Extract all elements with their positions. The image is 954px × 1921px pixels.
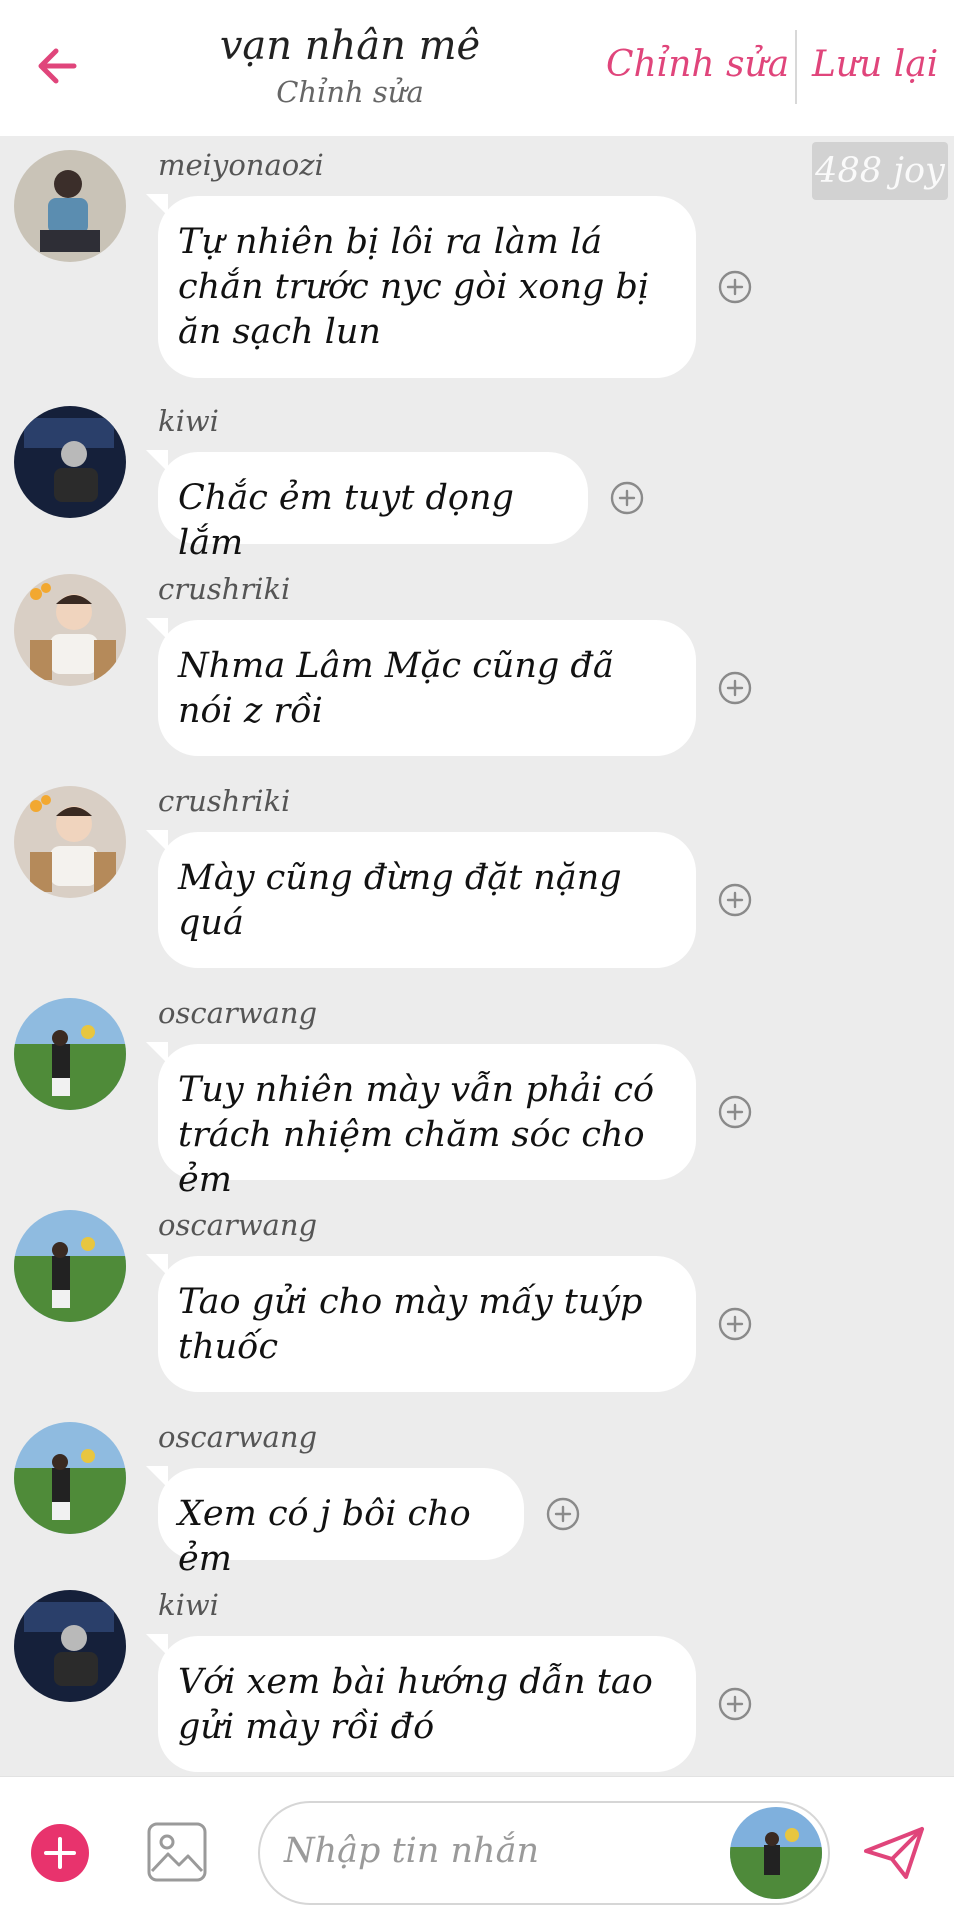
message-row: crushriki Mày cũng đừng đặt nặng quá bbox=[0, 772, 954, 984]
edit-button[interactable]: Chỉnh sửa bbox=[606, 44, 789, 85]
message-row: oscarwang Xem có j bôi cho ẻm bbox=[0, 1408, 954, 1579]
avatar-oscarwang[interactable] bbox=[14, 1422, 126, 1534]
sender-name: oscarwang bbox=[158, 1420, 318, 1454]
add-reaction-icon[interactable] bbox=[718, 671, 752, 705]
add-reaction-icon[interactable] bbox=[546, 1497, 580, 1531]
add-reaction-icon[interactable] bbox=[718, 1307, 752, 1341]
add-reaction-icon[interactable] bbox=[718, 1687, 752, 1721]
message-row: meiyonaozi Tự nhiên bị lôi ra làm lá chắn… bbox=[0, 136, 954, 394]
current-user-avatar[interactable] bbox=[730, 1807, 822, 1899]
image-icon[interactable] bbox=[146, 1821, 208, 1883]
sender-name: kiwi bbox=[158, 1588, 219, 1622]
message-row: crushriki Nhma Lâm Mặc cũng đã nói z rồi bbox=[0, 560, 954, 772]
plus-circle-icon[interactable] bbox=[30, 1823, 90, 1883]
sender-name: oscarwang bbox=[158, 1208, 318, 1242]
avatar-crushriki[interactable] bbox=[14, 786, 126, 898]
send-icon[interactable] bbox=[862, 1823, 926, 1883]
message-bubble[interactable]: Xem có j bôi cho ẻm bbox=[158, 1468, 524, 1579]
avatar-oscarwang[interactable] bbox=[14, 1210, 126, 1322]
header-divider bbox=[795, 30, 797, 104]
avatar-oscarwang[interactable] bbox=[14, 998, 126, 1110]
message-bubble[interactable]: Với xem bài hướng dẫn tao gửi mày rồi đó bbox=[158, 1636, 696, 1772]
composer-bar: Nhập tin nhắn bbox=[0, 1776, 954, 1921]
message-input[interactable]: Nhập tin nhắn bbox=[258, 1801, 830, 1905]
message-bubble[interactable]: Tuy nhiên mày vẫn phải có trách nhiệm ch… bbox=[158, 1044, 696, 1200]
avatar-crushriki[interactable] bbox=[14, 574, 126, 686]
add-reaction-icon[interactable] bbox=[610, 481, 644, 515]
sender-name: kiwi bbox=[158, 404, 219, 438]
add-reaction-icon[interactable] bbox=[718, 1095, 752, 1129]
avatar-meiyonaozi[interactable] bbox=[14, 150, 126, 262]
message-bubble[interactable]: Mày cũng đừng đặt nặng quá bbox=[158, 832, 696, 968]
message-bubble[interactable]: Tự nhiên bị lôi ra làm lá chắn trước nyc… bbox=[158, 196, 696, 378]
chat-area[interactable]: 488 joy meiyonaozi Tự nhiên bị lôi ra làm… bbox=[0, 136, 954, 1776]
sender-name: meiyonaozi bbox=[158, 148, 324, 182]
message-input-placeholder: Nhập tin nhắn bbox=[284, 1831, 539, 1871]
message-row: kiwi Chắc ẻm tuyt dọng lắm bbox=[0, 392, 954, 563]
add-reaction-icon[interactable] bbox=[718, 270, 752, 304]
app-header: vạn nhân mê Chỉnh sửa Chỉnh sửa Lưu lại bbox=[0, 0, 954, 136]
message-bubble[interactable]: Tao gửi cho mày mấy tuýp thuốc bbox=[158, 1256, 696, 1392]
back-arrow-icon[interactable] bbox=[30, 38, 86, 94]
message-bubble[interactable]: Chắc ẻm tuyt dọng lắm bbox=[158, 452, 588, 563]
message-row: kiwi Với xem bài hướng dẫn tao gửi mày rồ… bbox=[0, 1576, 954, 1776]
page-title: vạn nhân mê bbox=[219, 23, 481, 69]
add-reaction-icon[interactable] bbox=[718, 883, 752, 917]
sender-name: crushriki bbox=[158, 784, 291, 818]
message-row: oscarwang Tuy nhiên mày vẫn phải có trách… bbox=[0, 984, 954, 1200]
message-row: oscarwang Tao gửi cho mày mấy tuýp thuốc bbox=[0, 1196, 954, 1408]
avatar-kiwi[interactable] bbox=[14, 1590, 126, 1702]
page-subtitle: Chỉnh sửa bbox=[276, 75, 424, 109]
title-block: vạn nhân mê Chỉnh sửa bbox=[180, 20, 520, 112]
sender-name: oscarwang bbox=[158, 996, 318, 1030]
message-bubble[interactable]: Nhma Lâm Mặc cũng đã nói z rồi bbox=[158, 620, 696, 756]
avatar-kiwi[interactable] bbox=[14, 406, 126, 518]
save-button[interactable]: Lưu lại bbox=[812, 44, 938, 85]
sender-name: crushriki bbox=[158, 572, 291, 606]
